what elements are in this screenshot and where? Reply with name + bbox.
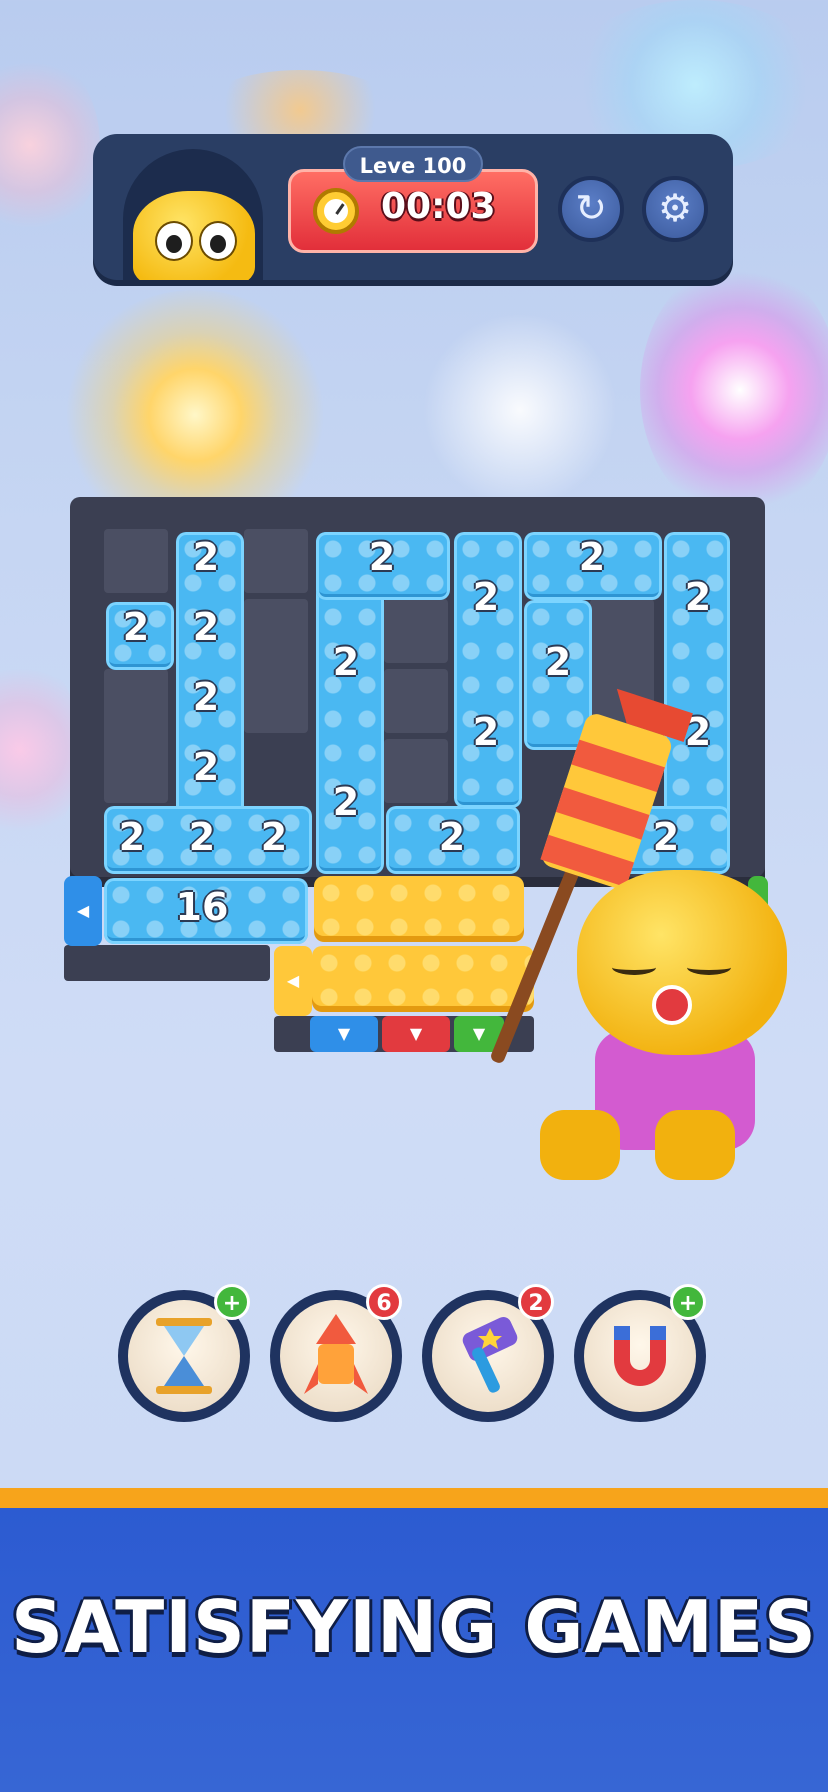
block-tile[interactable] <box>454 532 522 808</box>
booster-hammer[interactable]: 2 <box>422 1284 554 1422</box>
firework-decoration <box>0 50 100 240</box>
firework-decoration <box>640 260 828 520</box>
booster-hourglass[interactable]: + <box>118 1284 250 1422</box>
exit-left-arrow[interactable]: ◀ <box>274 946 312 1016</box>
tile-value: 2 <box>192 535 220 579</box>
stopwatch-icon <box>313 188 359 234</box>
board-ledge <box>64 945 270 981</box>
tile-value: 2 <box>332 640 360 684</box>
tile-value: 2 <box>192 745 220 789</box>
banner-stripe <box>0 1488 828 1508</box>
rocket-icon <box>304 1314 368 1394</box>
firework-decoration <box>0 650 80 850</box>
avatar-frame <box>123 149 263 280</box>
booster-badge: 6 <box>366 1284 402 1320</box>
booster-badge: + <box>670 1284 706 1320</box>
tile-value: 2 <box>260 815 288 859</box>
restart-icon: ↻ <box>575 186 607 230</box>
empty-slot <box>244 529 308 593</box>
tile-value: 2 <box>332 780 360 824</box>
hammer-icon <box>462 1317 518 1393</box>
tile-value: 2 <box>192 675 220 719</box>
exit-down-arrow-red[interactable]: ▼ <box>382 1016 450 1052</box>
gear-icon: ⚙ <box>657 186 693 230</box>
empty-slot <box>104 529 168 593</box>
timer-value: 00:03 <box>381 186 496 227</box>
avatar[interactable] <box>133 191 255 280</box>
tile-value: 2 <box>368 535 396 579</box>
booster-rocket[interactable]: 6 <box>270 1284 402 1422</box>
tile-value: 2 <box>438 815 466 859</box>
empty-slot <box>244 599 308 733</box>
booster-magnet[interactable]: + <box>574 1284 706 1422</box>
tile-value: 2 <box>472 575 500 619</box>
hourglass-icon <box>156 1318 212 1394</box>
tile-value: 16 <box>175 885 229 929</box>
avatar-eye <box>155 221 193 261</box>
tile-value: 2 <box>684 575 712 619</box>
empty-slot <box>384 739 448 803</box>
avatar-eye <box>199 221 237 261</box>
level-label: Leve 100 <box>343 146 483 182</box>
tile-value: 2 <box>192 605 220 649</box>
exit-down-arrow-blue[interactable]: ▼ <box>310 1016 378 1052</box>
settings-button[interactable]: ⚙ <box>642 176 708 242</box>
booster-badge: 2 <box>518 1284 554 1320</box>
top-hud: 00:03 Leve 100 ↻ ⚙ <box>93 134 733 280</box>
yellow-block[interactable] <box>312 946 534 1012</box>
empty-slot <box>384 599 448 663</box>
exit-left-arrow[interactable]: ◀ <box>64 876 102 946</box>
empty-slot <box>384 669 448 733</box>
banner-title: SATISFYING GAMES <box>11 1585 817 1669</box>
magnet-icon <box>614 1326 666 1386</box>
restart-button[interactable]: ↻ <box>558 176 624 242</box>
mascot-character <box>577 870 787 1055</box>
tile-value: 2 <box>118 815 146 859</box>
mascot-foot <box>655 1110 735 1180</box>
empty-slot <box>104 669 168 803</box>
tile-value: 2 <box>578 535 606 579</box>
yellow-block[interactable] <box>314 876 524 942</box>
tile-value: 2 <box>188 815 216 859</box>
booster-badge: + <box>214 1284 250 1320</box>
tile-value: 2 <box>472 710 500 754</box>
tile-value: 2 <box>122 605 150 649</box>
mascot-foot <box>540 1110 620 1180</box>
firework-decoration <box>420 315 620 505</box>
